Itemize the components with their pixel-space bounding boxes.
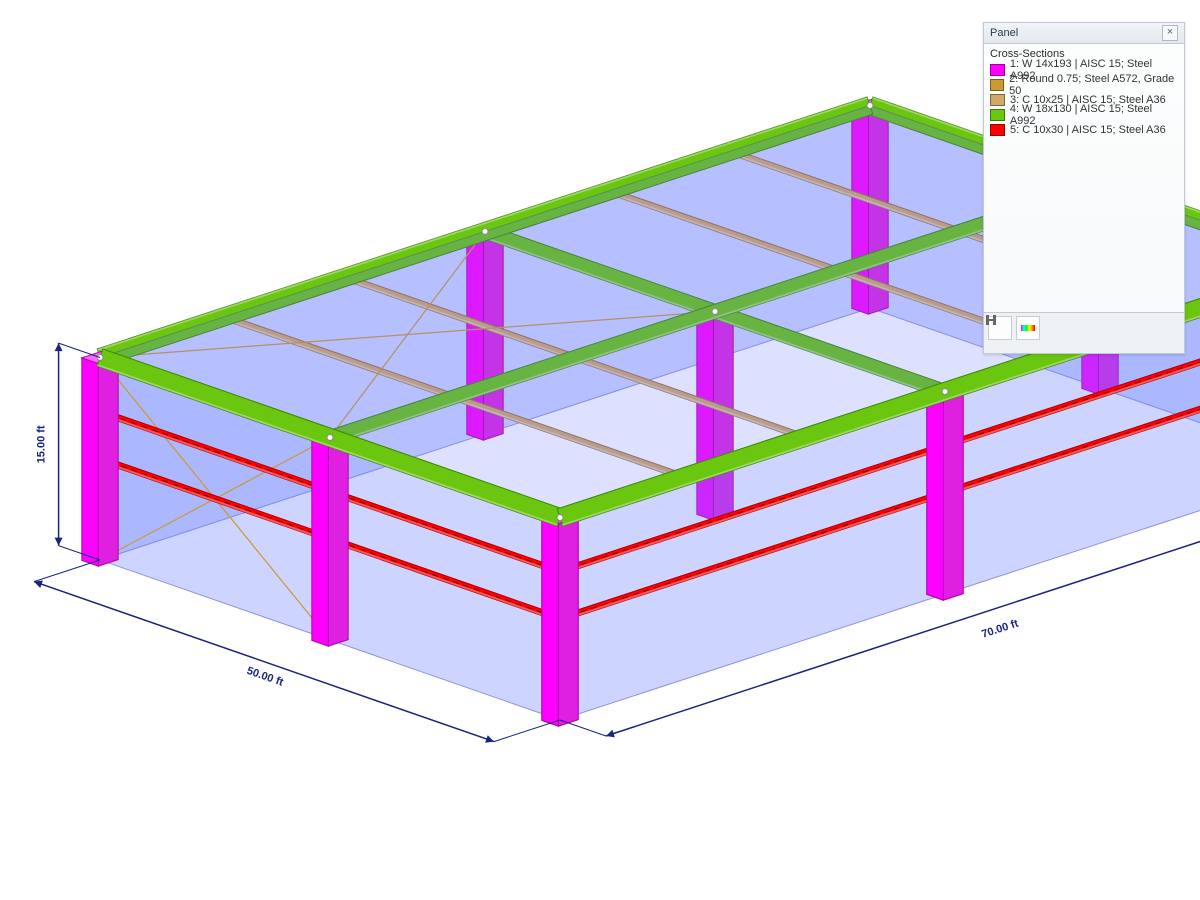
close-icon[interactable]: × [1162,25,1178,41]
legend-swatch [990,124,1005,136]
legend-swatch [990,64,1005,76]
node-icon [942,389,948,395]
column [312,438,329,646]
dim-width: 50.00 ft [245,665,285,689]
legend-label: 5: C 10x30 | AISC 15; Steel A36 [1010,124,1166,136]
legend-item[interactable]: 2: Round 0.75; Steel A572, Grade 50 [990,78,1178,92]
section-preview-icon[interactable] [988,316,1012,340]
panel-header[interactable]: Panel × [984,23,1184,44]
legend-swatch [990,109,1005,121]
node-icon [712,309,718,315]
legend-swatch [990,94,1005,106]
color-scale-icon[interactable] [1016,316,1040,340]
node-icon [867,103,873,109]
node-icon [482,229,488,235]
column [328,437,348,646]
legend-item[interactable]: 4: W 18x130 | AISC 15; Steel A992 [990,108,1178,122]
column [98,357,118,566]
column [542,518,559,726]
legend-item[interactable]: 5: C 10x30 | AISC 15; Steel A36 [990,123,1178,137]
node-icon [327,435,333,441]
column [558,517,578,726]
dim-length: 70.00 ft [980,617,1020,640]
column [943,391,963,600]
column [82,358,99,566]
legend-swatch [990,79,1004,91]
panel-footer [984,312,1184,353]
cross-sections-panel[interactable]: Panel × Cross-Sections 1: W 14x193 | AIS… [983,22,1185,354]
panel-title: Panel [990,27,1018,39]
dim-height: 15.00 ft [36,425,48,463]
column [927,392,944,600]
node-icon [557,515,563,521]
legend-list: 1: W 14x193 | AISC 15; Steel A9922: Roun… [984,63,1184,144]
